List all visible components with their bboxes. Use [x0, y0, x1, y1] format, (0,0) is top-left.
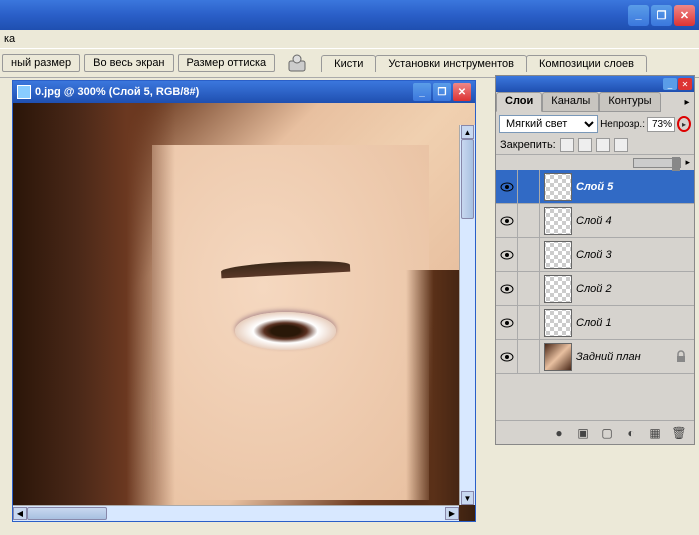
visibility-icon[interactable] — [500, 284, 514, 294]
link-column[interactable] — [518, 340, 540, 373]
document-title: 0.jpg @ 300% (Слой 5, RGB/8#) — [35, 86, 413, 98]
layer-name[interactable]: Слой 5 — [576, 181, 694, 193]
panel-titlebar[interactable]: _ ✕ — [496, 76, 694, 92]
link-column[interactable] — [518, 204, 540, 237]
document-icon — [17, 85, 31, 99]
doc-maximize-button[interactable]: ❐ — [433, 83, 451, 101]
fit-screen-button[interactable]: Во весь экран — [84, 54, 173, 72]
visibility-icon[interactable] — [500, 250, 514, 260]
layer-name[interactable]: Слой 3 — [576, 249, 694, 261]
fx-button[interactable]: ● — [550, 424, 568, 442]
layer-row[interactable]: Слой 3 — [496, 238, 694, 272]
print-size-button[interactable]: Размер оттиска — [178, 54, 276, 72]
scroll-up-button[interactable]: ▲ — [461, 125, 474, 139]
maximize-button[interactable]: ❐ — [651, 5, 672, 26]
panel-close-button[interactable]: ✕ — [678, 78, 692, 90]
panel-footer: ● ▣ ▢ ◐ ▦ 🗑 — [496, 420, 694, 444]
layers-panel: _ ✕ Слои Каналы Контуры ▸ Мягкий свет Не… — [495, 75, 695, 445]
layer-name[interactable]: Слой 4 — [576, 215, 694, 227]
doc-minimize-button[interactable]: _ — [413, 83, 431, 101]
layer-row[interactable]: Слой 4 — [496, 204, 694, 238]
menu-item[interactable]: ка — [4, 33, 15, 45]
link-column[interactable] — [518, 170, 540, 203]
layer-list: Слой 5 Слой 4 Слой 3 Слой 2 Слой 1 — [496, 170, 694, 420]
visibility-icon[interactable] — [500, 216, 514, 226]
layer-row[interactable]: Слой 1 — [496, 306, 694, 340]
layer-thumbnail[interactable] — [544, 241, 572, 269]
scroll-left-button[interactable]: ◀ — [13, 507, 27, 520]
fill-slider[interactable] — [633, 158, 681, 168]
scroll-right-button[interactable]: ▶ — [445, 507, 459, 520]
lock-pixels-button[interactable] — [578, 138, 592, 152]
panel-menu-button[interactable]: ▸ — [680, 92, 694, 112]
lock-position-button[interactable] — [596, 138, 610, 152]
new-layer-button[interactable]: ▦ — [646, 424, 664, 442]
scroll-thumb[interactable] — [27, 507, 107, 520]
actual-size-button[interactable]: ный размер — [2, 54, 80, 72]
adjustment-button[interactable]: ◐ — [622, 424, 640, 442]
link-column[interactable] — [518, 272, 540, 305]
scroll-down-button[interactable]: ▼ — [461, 491, 474, 505]
lock-transparency-button[interactable] — [560, 138, 574, 152]
link-column[interactable] — [518, 306, 540, 339]
paths-tab[interactable]: Контуры — [599, 92, 660, 112]
fill-arrow-icon[interactable]: ▸ — [685, 157, 690, 168]
blend-mode-select[interactable]: Мягкий свет — [499, 115, 598, 133]
layer-row[interactable]: Задний план — [496, 340, 694, 374]
layer-name[interactable]: Слой 2 — [576, 283, 694, 295]
layer-thumbnail[interactable] — [544, 343, 572, 371]
opacity-value[interactable]: 73% — [647, 117, 675, 132]
layer-name[interactable]: Слой 1 — [576, 317, 694, 329]
channels-tab[interactable]: Каналы — [542, 92, 599, 112]
visibility-icon[interactable] — [500, 352, 514, 362]
close-button[interactable]: ✕ — [674, 5, 695, 26]
vertical-scrollbar[interactable]: ▲ ▼ — [459, 125, 475, 505]
panel-minimize-button[interactable]: _ — [663, 78, 677, 90]
brushes-tab[interactable]: Кисти — [321, 55, 376, 72]
layer-thumbnail[interactable] — [544, 309, 572, 337]
link-column[interactable] — [518, 238, 540, 271]
layer-comps-tab[interactable]: Композиции слоев — [526, 55, 647, 72]
doc-close-button[interactable]: ✕ — [453, 83, 471, 101]
lock-all-button[interactable] — [614, 138, 628, 152]
layer-name[interactable]: Задний план — [576, 351, 674, 363]
scroll-thumb[interactable] — [461, 139, 474, 219]
layer-thumbnail[interactable] — [544, 207, 572, 235]
menubar: ка — [0, 30, 699, 48]
layer-row[interactable]: Слой 5 — [496, 170, 694, 204]
app-titlebar: _ ❐ ✕ — [0, 0, 699, 30]
horizontal-scrollbar[interactable]: ◀ ▶ — [13, 505, 459, 521]
document-window: 0.jpg @ 300% (Слой 5, RGB/8#) _ ❐ ✕ ▲ ▼ … — [12, 80, 476, 522]
layers-tab[interactable]: Слои — [496, 92, 542, 112]
document-titlebar[interactable]: 0.jpg @ 300% (Слой 5, RGB/8#) _ ❐ ✕ — [13, 81, 475, 103]
minimize-button[interactable]: _ — [628, 5, 649, 26]
folder-button[interactable]: ▢ — [598, 424, 616, 442]
opacity-label: Непрозр.: — [600, 119, 645, 130]
delete-button[interactable]: 🗑 — [670, 424, 688, 442]
mask-button[interactable]: ▣ — [574, 424, 592, 442]
tool-presets-tab[interactable]: Установки инструментов — [375, 55, 527, 72]
palette-well-icon[interactable] — [285, 51, 309, 75]
toolbar: ный размер Во весь экран Размер оттиска … — [0, 48, 699, 78]
layer-thumbnail[interactable] — [544, 173, 572, 201]
visibility-icon[interactable] — [500, 318, 514, 328]
document-canvas[interactable]: ▲ ▼ ◀ ▶ — [13, 103, 475, 521]
lock-icon — [674, 350, 688, 364]
visibility-icon[interactable] — [500, 182, 514, 192]
layer-thumbnail[interactable] — [544, 275, 572, 303]
layer-row[interactable]: Слой 2 — [496, 272, 694, 306]
opacity-flyout-button[interactable]: ▸ — [677, 116, 691, 132]
lock-label: Закрепить: — [500, 139, 556, 151]
